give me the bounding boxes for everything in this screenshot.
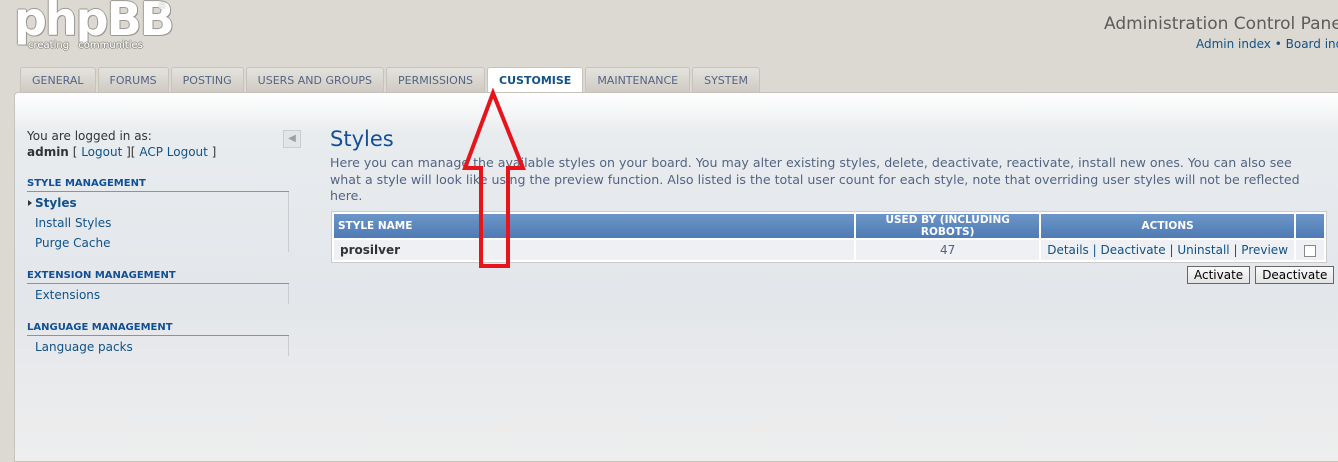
uninstall-link[interactable]: Uninstall	[1177, 243, 1229, 257]
bracket-mid: ][	[126, 145, 136, 159]
nav-section-language-management: LANGUAGE MANAGEMENT Language packs	[27, 322, 289, 356]
tab-system[interactable]: SYSTEM	[692, 67, 760, 92]
style-name-cell: prosilver	[334, 240, 855, 260]
details-link[interactable]: Details	[1047, 243, 1089, 257]
sidebar: You are logged in as: admin [ Logout ][ …	[27, 128, 301, 356]
logout-link[interactable]: Logout	[81, 145, 122, 159]
nav-heading: EXTENSION MANAGEMENT	[27, 270, 289, 284]
activate-button[interactable]: Activate	[1187, 266, 1251, 284]
bulk-action-buttons: Activate Deactivate	[1187, 266, 1335, 284]
phpbb-logo[interactable]: phpBB ® creating communities	[14, 0, 184, 60]
tab-maintenance[interactable]: MAINTENANCE	[585, 67, 691, 92]
sidebar-item-language-packs[interactable]: Language packs	[27, 336, 288, 356]
column-header-actions: ACTIONS	[1041, 214, 1295, 238]
sidebar-item-install-styles[interactable]: Install Styles	[27, 212, 288, 232]
tab-forums[interactable]: FORUMS	[97, 67, 169, 92]
sidebar-item-styles[interactable]: Styles	[27, 192, 288, 212]
logo-tagline: creating communities	[28, 40, 143, 51]
main-panel: You are logged in as: admin [ Logout ][ …	[14, 92, 1338, 462]
tab-posting[interactable]: POSTING	[170, 67, 244, 92]
admin-index-link[interactable]: Admin index	[1196, 37, 1271, 51]
preview-link[interactable]: Preview	[1241, 243, 1288, 257]
nav-heading: STYLE MANAGEMENT	[27, 178, 289, 192]
column-header-select	[1296, 214, 1324, 238]
column-header-used-by: USED BY (INCLUDING ROBOTS)	[856, 214, 1040, 238]
actions-cell: Details | Deactivate | Uninstall | Previ…	[1041, 240, 1295, 260]
collapse-sidebar-icon[interactable]: ◀	[283, 130, 301, 148]
select-cell	[1296, 240, 1324, 260]
nav-section-extension-management: EXTENSION MANAGEMENT Extensions	[27, 270, 289, 304]
header-links: Admin index • Board index	[1196, 37, 1338, 51]
nav-heading: LANGUAGE MANAGEMENT	[27, 322, 289, 336]
nav-section-style-management: STYLE MANAGEMENT Styles Install Styles P…	[27, 178, 289, 252]
style-select-checkbox[interactable]	[1304, 244, 1316, 257]
link-separator: •	[1274, 37, 1282, 51]
bracket-close: ]	[211, 145, 217, 159]
used-by-cell: 47	[856, 240, 1040, 260]
acp-logout-link[interactable]: ACP Logout	[139, 145, 208, 159]
page-title: Administration Control Panel	[1104, 14, 1338, 34]
logged-in-label: You are logged in as:	[27, 129, 152, 143]
sidebar-item-purge-cache[interactable]: Purge Cache	[27, 232, 288, 252]
deactivate-button[interactable]: Deactivate	[1255, 266, 1335, 284]
logo-registered-mark: ®	[157, 1, 167, 12]
tab-bar: GENERAL FORUMS POSTING USERS AND GROUPS …	[20, 67, 762, 94]
login-info: You are logged in as: admin [ Logout ][ …	[27, 128, 289, 160]
bracket-open: [	[72, 145, 78, 159]
annotation-arrow-icon	[462, 88, 526, 268]
deactivate-link[interactable]: Deactivate	[1100, 243, 1165, 257]
tab-users-and-groups[interactable]: USERS AND GROUPS	[245, 67, 384, 92]
header: phpBB ® creating communities Administrat…	[0, 0, 1338, 66]
sidebar-item-extensions[interactable]: Extensions	[27, 284, 288, 304]
tab-general[interactable]: GENERAL	[20, 67, 96, 92]
column-header-style-name: STYLE NAME	[334, 214, 855, 238]
board-index-link[interactable]: Board index	[1286, 37, 1338, 51]
username: admin	[27, 145, 69, 159]
